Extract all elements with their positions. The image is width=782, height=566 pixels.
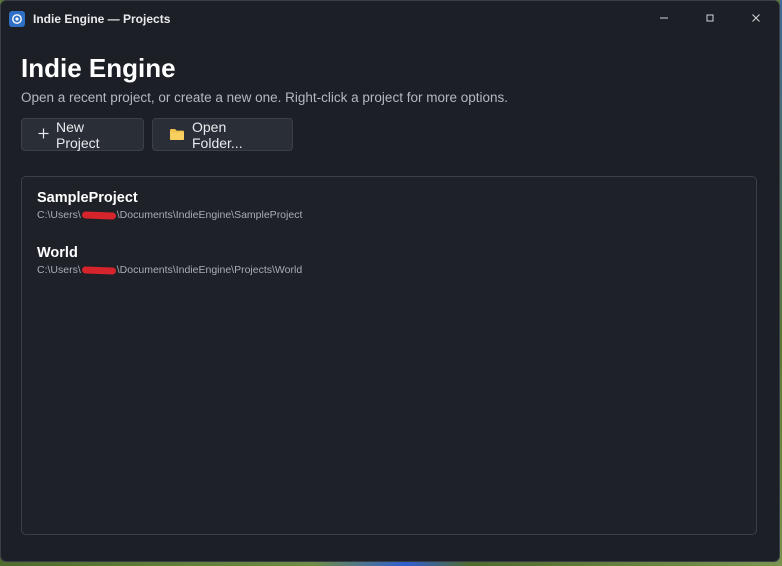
project-item[interactable]: World C:\Users\ \Documents\IndieEngine\P…: [22, 244, 756, 299]
window-controls: [641, 1, 779, 37]
new-project-button[interactable]: New Project: [21, 118, 144, 151]
project-item[interactable]: SampleProject C:\Users\ \Documents\Indie…: [22, 189, 756, 244]
page-subtitle: Open a recent project, or create a new o…: [21, 90, 508, 105]
project-path-prefix: C:\Users\: [37, 209, 81, 221]
main-content: Indie Engine Open a recent project, or c…: [1, 53, 779, 535]
project-launcher-window: Indie Engine — Projects Indie Engine Ope…: [0, 0, 780, 562]
project-name: World: [37, 245, 78, 261]
folder-icon: [169, 128, 185, 141]
new-project-label: New Project: [56, 118, 100, 151]
maximize-icon: [705, 12, 715, 26]
project-path-prefix: C:\Users\: [37, 264, 81, 276]
recent-projects-list[interactable]: SampleProject C:\Users\ \Documents\Indie…: [21, 176, 757, 535]
project-name: SampleProject: [37, 190, 138, 206]
page-title: Indie Engine: [21, 53, 176, 83]
action-bar: New Project Open Folder...: [21, 118, 759, 151]
title-bar[interactable]: Indie Engine — Projects: [1, 1, 779, 37]
window-title: Indie Engine — Projects: [33, 12, 171, 26]
close-button[interactable]: [733, 1, 779, 37]
project-path: C:\Users\ \Documents\IndieEngine\Project…: [37, 263, 741, 277]
maximize-button[interactable]: [687, 1, 733, 37]
project-path-suffix: \Documents\IndieEngine\Projects\World: [116, 264, 303, 276]
redaction-mark: [81, 210, 116, 220]
redaction-mark: [81, 265, 116, 275]
app-icon: [9, 11, 25, 27]
open-folder-button[interactable]: Open Folder...: [152, 118, 293, 151]
close-icon: [751, 12, 761, 26]
plus-icon: [38, 127, 49, 143]
project-path-suffix: \Documents\IndieEngine\SampleProject: [116, 209, 303, 221]
minimize-button[interactable]: [641, 1, 687, 37]
project-path: C:\Users\ \Documents\IndieEngine\SampleP…: [37, 208, 741, 222]
open-folder-label: Open Folder...: [192, 118, 243, 151]
minimize-icon: [659, 12, 669, 26]
